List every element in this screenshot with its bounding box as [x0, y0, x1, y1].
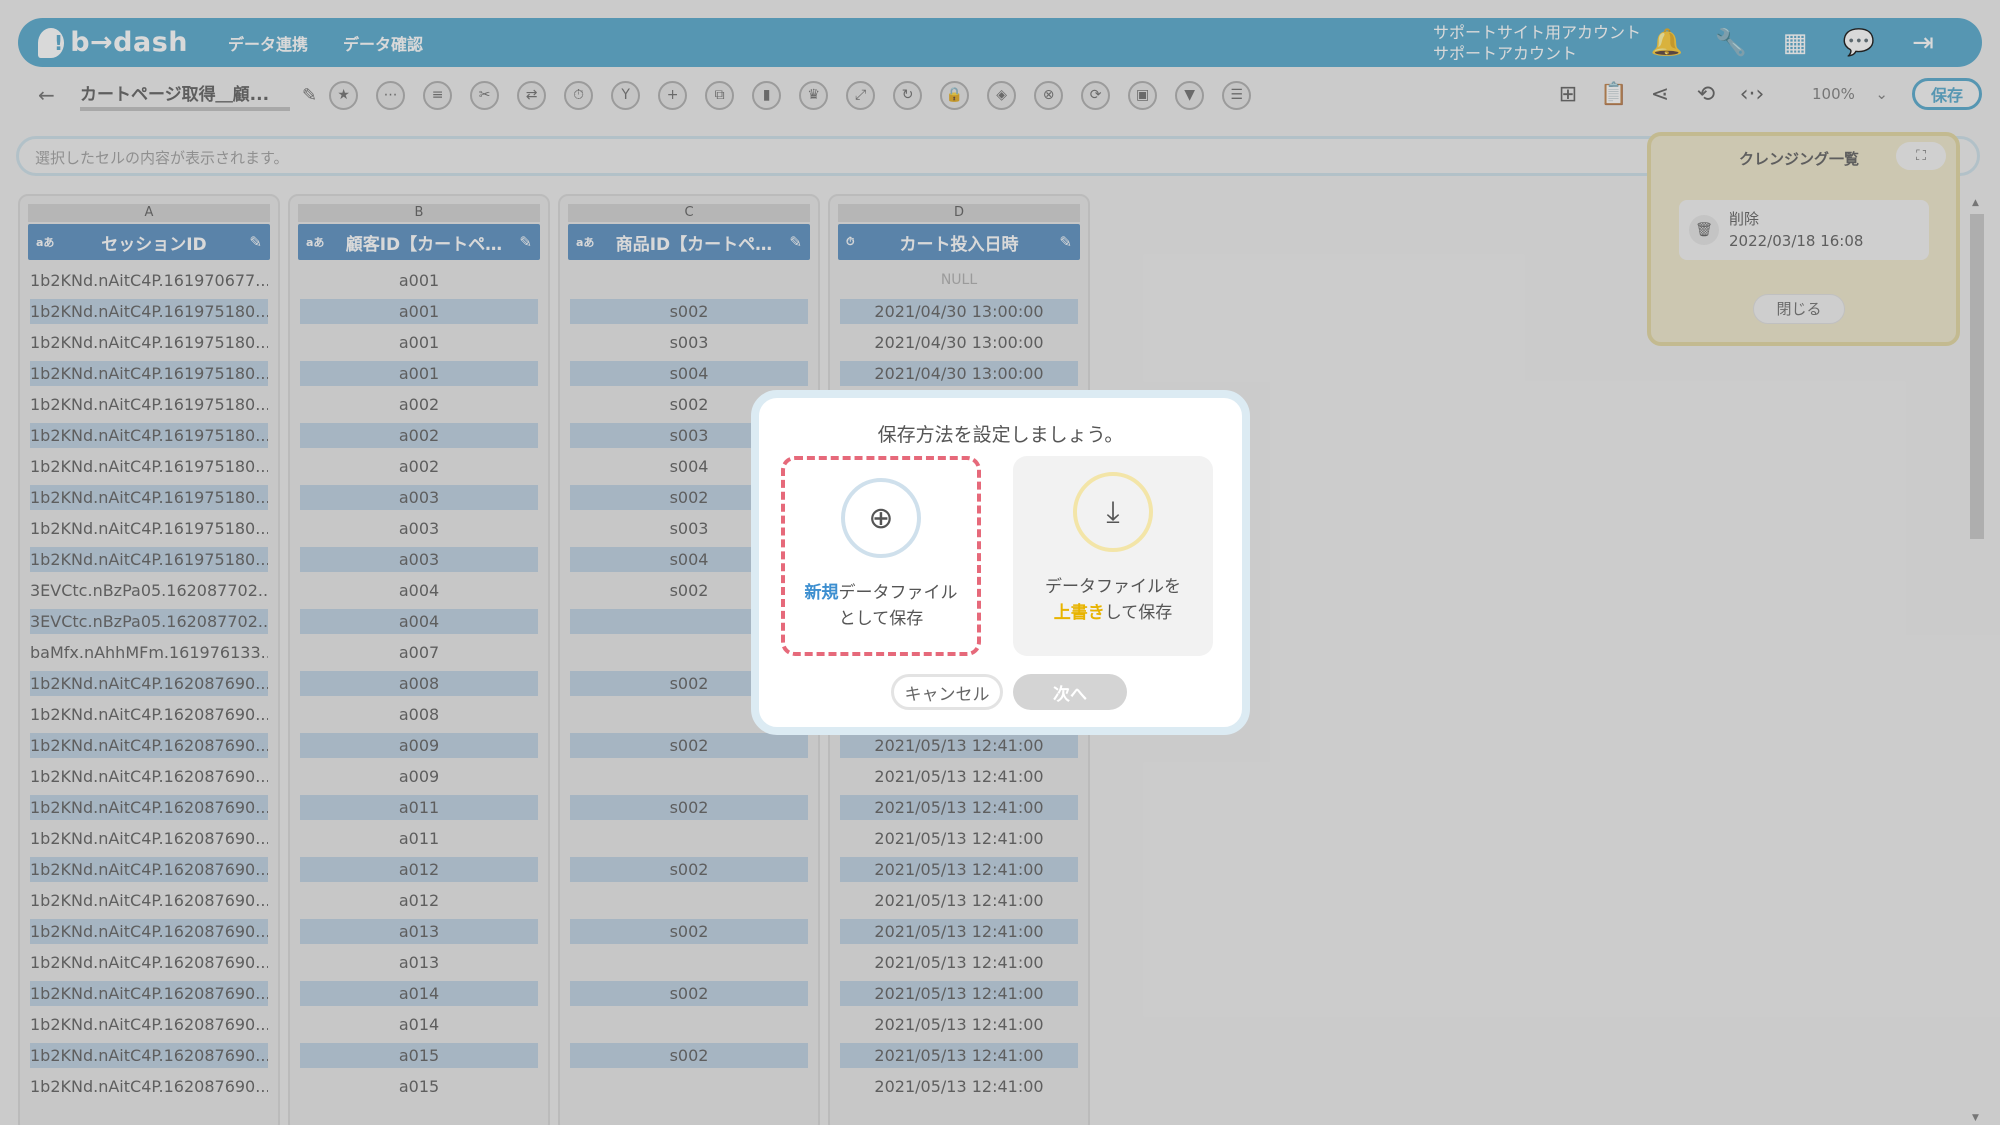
new-label-rest: データファイル: [838, 583, 958, 603]
new-label-line2: として保存: [838, 609, 924, 629]
cancel-button[interactable]: キャンセル: [891, 674, 1003, 710]
overwrite-option[interactable]: ⤓ データファイルを 上書きして保存: [1013, 456, 1213, 656]
overwrite-file-icon: ⤓: [1073, 472, 1153, 552]
overwrite-label-rest: して保存: [1104, 603, 1173, 623]
save-as-new-option[interactable]: ⊕ 新規データファイル として保存: [781, 456, 981, 656]
save-method-dialog: 保存方法を設定しましょう。 ⊕ 新規データファイル として保存 ⤓ データファイ…: [751, 390, 1250, 735]
next-button[interactable]: 次へ: [1013, 674, 1127, 710]
new-file-icon: ⊕: [841, 478, 921, 558]
overwrite-label-line1: データファイルを: [1045, 577, 1181, 597]
new-highlight: 新規: [804, 583, 839, 603]
dialog-title: 保存方法を設定しましょう。: [877, 424, 1124, 446]
overwrite-highlight: 上書き: [1053, 603, 1105, 623]
